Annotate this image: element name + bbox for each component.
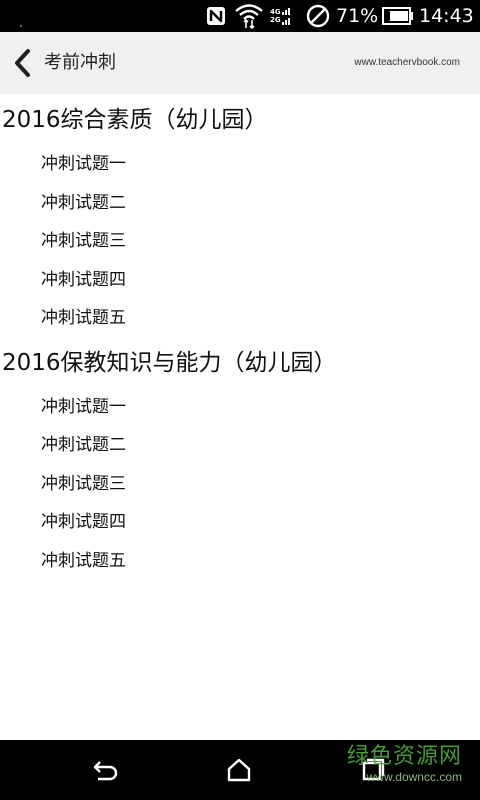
network-type-bottom: 2G — [270, 16, 281, 24]
home-icon — [227, 758, 251, 782]
list-item-care-test-3[interactable]: 冲刺试题三 — [0, 465, 480, 504]
battery-percent: 71% — [336, 5, 379, 27]
wifi-icon — [234, 0, 264, 32]
list-item-care-test-2[interactable]: 冲刺试题二 — [0, 426, 480, 465]
list-item-quality-test-3[interactable]: 冲刺试题三 — [0, 222, 480, 261]
watermark: 绿色资源网 www.downcc.com — [347, 744, 462, 784]
nav-home-button[interactable] — [219, 752, 259, 788]
list-item-quality-test-1[interactable]: 冲刺试题一 — [0, 145, 480, 184]
list-item-care-test-1[interactable]: 冲刺试题一 — [0, 388, 480, 427]
clock-time: 14:43 — [419, 5, 474, 27]
do-not-disturb-icon — [306, 0, 330, 32]
notification-dot — [20, 25, 22, 27]
page-title: 考前冲刺 — [44, 52, 116, 73]
list-item-care-test-4[interactable]: 冲刺试题四 — [0, 503, 480, 542]
section-title-comprehensive-quality: 2016综合素质（幼儿园） — [2, 107, 268, 133]
watermark-url: www.downcc.com — [366, 770, 462, 784]
list-item-quality-test-4[interactable]: 冲刺试题四 — [0, 261, 480, 300]
nfc-icon — [206, 0, 226, 32]
nav-back-button[interactable] — [86, 752, 126, 788]
app-bar: 考前冲刺 www.teachervbook.com — [0, 32, 480, 94]
back-button[interactable] — [6, 44, 40, 82]
section-title-care-education: 2016保教知识与能力（幼儿园） — [2, 349, 337, 376]
list-item-quality-test-5[interactable]: 冲刺试题五 — [0, 299, 480, 338]
site-url: www.teachervbook.com — [354, 57, 460, 68]
signal-icon: 4G 2G — [270, 0, 294, 32]
list-item-care-test-5[interactable]: 冲刺试题五 — [0, 542, 480, 581]
battery-icon — [382, 0, 414, 32]
list-item-quality-test-2[interactable]: 冲刺试题二 — [0, 184, 480, 223]
chevron-left-icon — [15, 49, 30, 77]
content-list: 2016综合素质（幼儿园） 冲刺试题一 冲刺试题二 冲刺试题三 冲刺试题四 冲刺… — [0, 94, 480, 580]
status-bar: 4G 2G 71% 14:43 — [0, 0, 480, 32]
watermark-title: 绿色资源网 — [346, 744, 462, 769]
network-type-top: 4G — [270, 8, 281, 16]
back-arrow-icon — [93, 761, 118, 781]
